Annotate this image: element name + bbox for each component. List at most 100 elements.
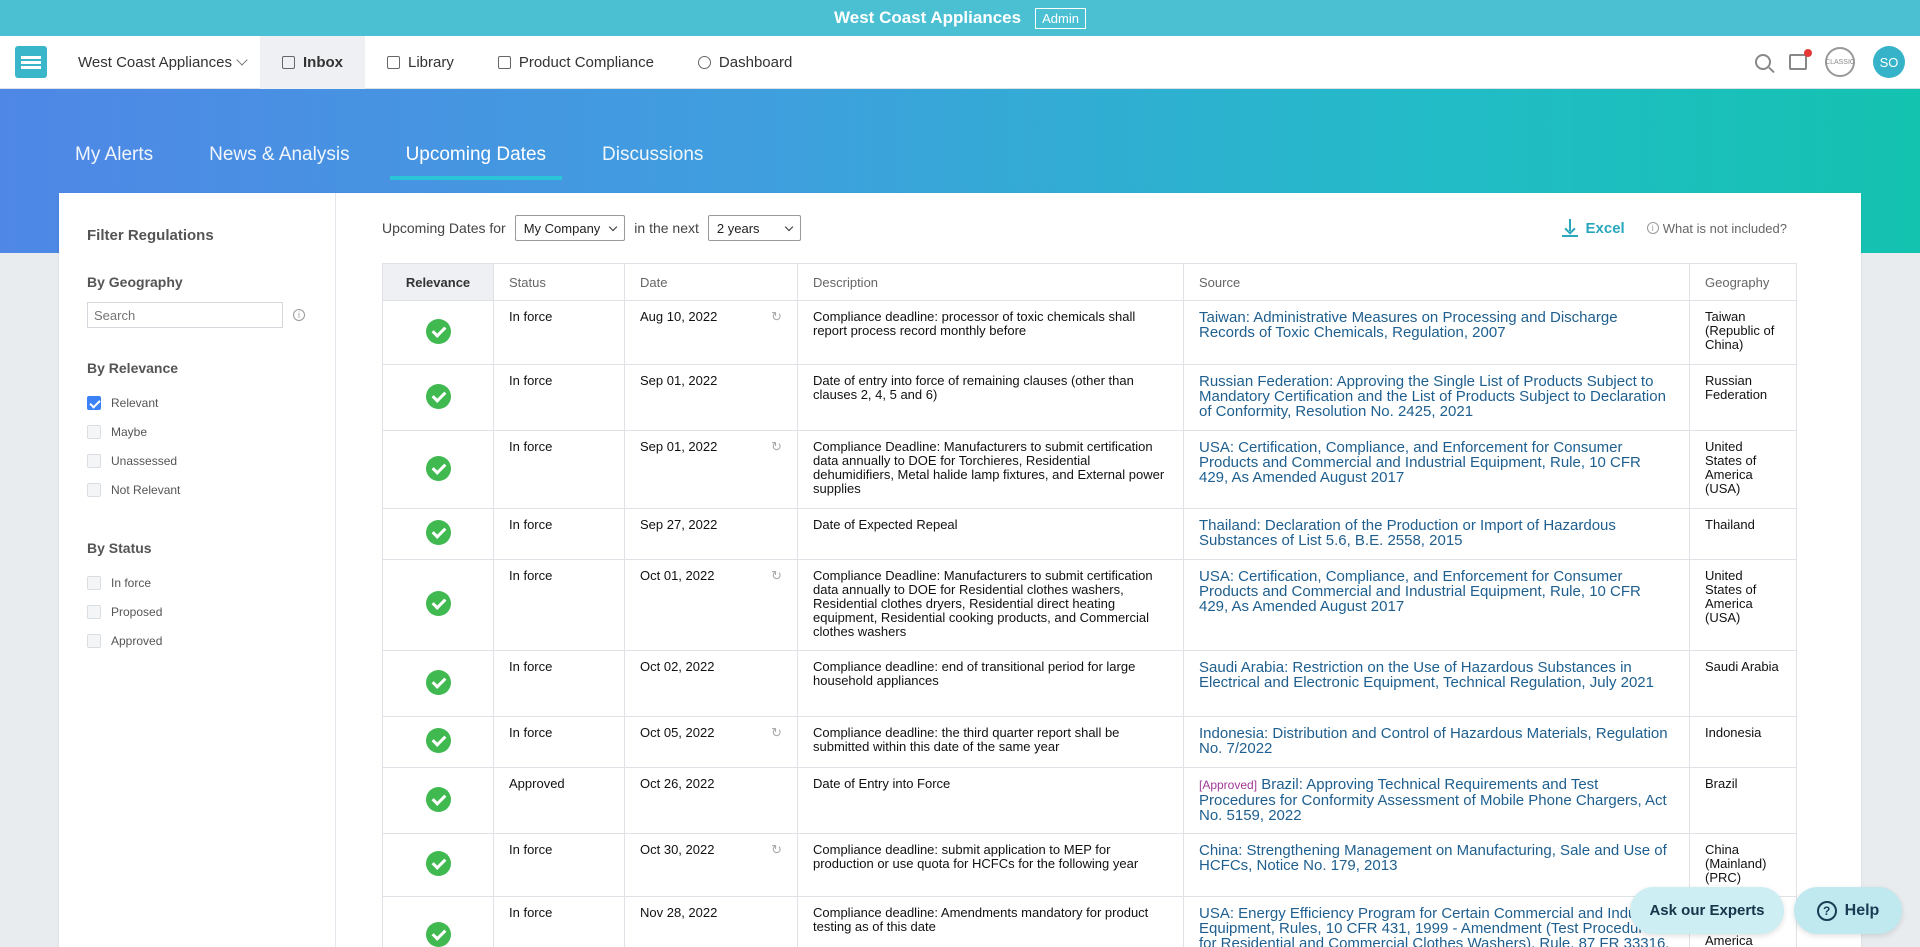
tab-news-analysis[interactable]: News & Analysis — [209, 134, 349, 180]
source-cell[interactable]: Thailand: Declaration of the Production … — [1183, 508, 1690, 560]
tab-my-alerts[interactable]: My Alerts — [75, 134, 153, 180]
table-row[interactable]: In force Aug 10, 2022 ↻ Compliance deadline… — [382, 300, 1797, 365]
relevance-cell[interactable] — [382, 508, 494, 560]
nav-inbox[interactable]: Inbox — [259, 35, 365, 89]
source-link[interactable]: USA: Energy Efficiency Program for Certa… — [1199, 905, 1669, 947]
tab-discussions[interactable]: Discussions — [602, 134, 703, 180]
table-row[interactable]: Approved Oct 26, 2022 Date of Entry into F… — [382, 767, 1797, 834]
relevant-check-icon[interactable] — [425, 318, 451, 344]
table-row[interactable]: In force Oct 02, 2022 Compliance deadline:… — [382, 650, 1797, 717]
source-cell[interactable]: USA: Certification, Compliance, and Enfo… — [1183, 559, 1690, 651]
relevant-check-icon[interactable] — [425, 383, 451, 409]
filter-approved[interactable]: Approved — [87, 626, 307, 655]
relevant-check-icon[interactable] — [425, 786, 451, 812]
source-link[interactable]: Taiwan: Administrative Measures on Proce… — [1199, 309, 1618, 341]
nav-dashboard[interactable]: Dashboard — [676, 36, 814, 89]
filter-relevant[interactable]: Relevant — [87, 388, 307, 417]
relevance-cell[interactable] — [382, 650, 494, 717]
source-link[interactable]: China: Strengthening Management on Manuf… — [1199, 842, 1667, 874]
status-heading: By Status — [87, 540, 152, 556]
table-row[interactable]: In force Oct 30, 2022 ↻ Compliance deadline… — [382, 833, 1797, 897]
source-cell[interactable]: Russian Federation: Approving the Single… — [1183, 364, 1690, 431]
source-cell[interactable]: Taiwan: Administrative Measures on Proce… — [1183, 300, 1690, 365]
relevant-check-icon[interactable] — [425, 851, 451, 876]
relevant-check-icon[interactable] — [425, 669, 451, 695]
date-cell: Sep 27, 2022 — [624, 508, 798, 560]
col-source[interactable]: Source — [1183, 263, 1690, 301]
source-link[interactable]: Thailand: Declaration of the Production … — [1199, 517, 1616, 549]
help-button[interactable]: ? Help — [1794, 887, 1902, 934]
geography-search-input[interactable] — [87, 302, 283, 328]
info-icon[interactable]: i — [293, 309, 305, 321]
filter-maybe[interactable]: Maybe — [87, 417, 307, 446]
period-select[interactable]: 2 years — [707, 215, 801, 241]
chevron-down-icon — [609, 222, 618, 231]
date-value: Sep 01, 2022 — [640, 373, 718, 388]
table-row[interactable]: In force Nov 28, 2022 Compliance deadline:… — [382, 896, 1797, 947]
relevance-cell[interactable] — [382, 716, 494, 768]
relevant-check-icon[interactable] — [425, 520, 451, 545]
upcoming-dates-table: Relevance Status Date Description Source… — [382, 263, 1797, 947]
table-row[interactable]: In force Oct 05, 2022 ↻ Compliance deadline… — [382, 716, 1797, 768]
relevance-cell[interactable] — [382, 300, 494, 365]
gift-icon[interactable] — [1789, 49, 1812, 70]
app-logo[interactable] — [15, 46, 47, 78]
relevant-check-icon[interactable] — [425, 922, 451, 947]
relevant-check-icon[interactable] — [425, 728, 451, 753]
col-geography[interactable]: Geography — [1689, 263, 1797, 301]
search-icon[interactable] — [1755, 54, 1771, 70]
source-link[interactable]: Russian Federation: Approving the Single… — [1199, 373, 1666, 420]
relevance-cell[interactable] — [382, 430, 494, 509]
source-link[interactable]: Brazil: Approving Technical Requirements… — [1199, 776, 1667, 824]
source-cell[interactable]: [Approved] Brazil: Approving Technical R… — [1183, 767, 1690, 834]
filter-in-force[interactable]: In force — [87, 568, 307, 597]
relevance-cell[interactable] — [382, 364, 494, 431]
filter-proposed[interactable]: Proposed — [87, 597, 307, 626]
relevance-cell[interactable] — [382, 559, 494, 651]
checkbox[interactable] — [87, 453, 101, 468]
relevance-cell[interactable] — [382, 833, 494, 897]
avatar[interactable]: SO — [1873, 46, 1905, 78]
filter-not-relevant[interactable]: Not Relevant — [87, 475, 307, 504]
source-cell[interactable]: USA: Certification, Compliance, and Enfo… — [1183, 430, 1690, 509]
source-cell[interactable]: China: Strengthening Management on Manuf… — [1183, 833, 1690, 897]
relevance-cell[interactable] — [382, 896, 494, 947]
source-link[interactable]: USA: Certification, Compliance, and Enfo… — [1199, 568, 1641, 615]
checkbox[interactable] — [87, 575, 101, 590]
source-cell[interactable]: USA: Energy Efficiency Program for Certa… — [1183, 896, 1690, 947]
excel-export-button[interactable]: Excel — [1561, 219, 1625, 237]
status-cell: Approved — [493, 767, 625, 834]
tab-upcoming-dates[interactable]: Upcoming Dates — [389, 134, 563, 180]
source-cell[interactable]: Indonesia: Distribution and Control of H… — [1183, 716, 1690, 768]
table-row[interactable]: In force Oct 01, 2022 ↻ Compliance Deadline… — [382, 559, 1797, 651]
col-relevance[interactable]: Relevance — [382, 263, 494, 301]
source-link[interactable]: Indonesia: Distribution and Control of H… — [1199, 725, 1668, 757]
filter-unassessed[interactable]: Unassessed — [87, 446, 307, 475]
checkbox[interactable] — [87, 424, 101, 439]
checkbox[interactable] — [87, 482, 101, 497]
company-selector[interactable]: West Coast Appliances — [78, 54, 248, 71]
table-row[interactable]: In force Sep 01, 2022 ↻ Compliance Deadline… — [382, 430, 1797, 509]
classic-toggle[interactable]: CLASSIC — [1825, 47, 1855, 77]
table-row[interactable]: In force Sep 01, 2022 Date of entry into f… — [382, 364, 1797, 431]
col-description[interactable]: Description — [797, 263, 1184, 301]
checkbox[interactable] — [87, 633, 101, 648]
source-link[interactable]: Saudi Arabia: Restriction on the Use of … — [1199, 659, 1654, 691]
nav-library[interactable]: Library — [365, 36, 476, 89]
status-cell: In force — [493, 716, 625, 768]
checkbox[interactable] — [87, 604, 101, 619]
scope-select[interactable]: My Company — [514, 215, 626, 241]
relevant-check-icon[interactable] — [425, 591, 451, 616]
not-included-link[interactable]: i What is not included? — [1646, 221, 1787, 236]
ask-experts-button[interactable]: Ask our Experts — [1630, 887, 1784, 934]
col-date[interactable]: Date — [624, 263, 798, 301]
relevance-cell[interactable] — [382, 767, 494, 834]
col-status[interactable]: Status — [493, 263, 625, 301]
checkbox[interactable] — [87, 395, 101, 410]
source-cell[interactable]: Saudi Arabia: Restriction on the Use of … — [1183, 650, 1690, 717]
relevant-check-icon[interactable] — [425, 455, 451, 481]
source-link[interactable]: USA: Certification, Compliance, and Enfo… — [1199, 439, 1641, 486]
nav-product-compliance[interactable]: Product Compliance — [476, 36, 676, 89]
nav-inbox-label: Inbox — [302, 53, 343, 71]
table-row[interactable]: In force Sep 27, 2022 Date of Expected Rep… — [382, 508, 1797, 560]
